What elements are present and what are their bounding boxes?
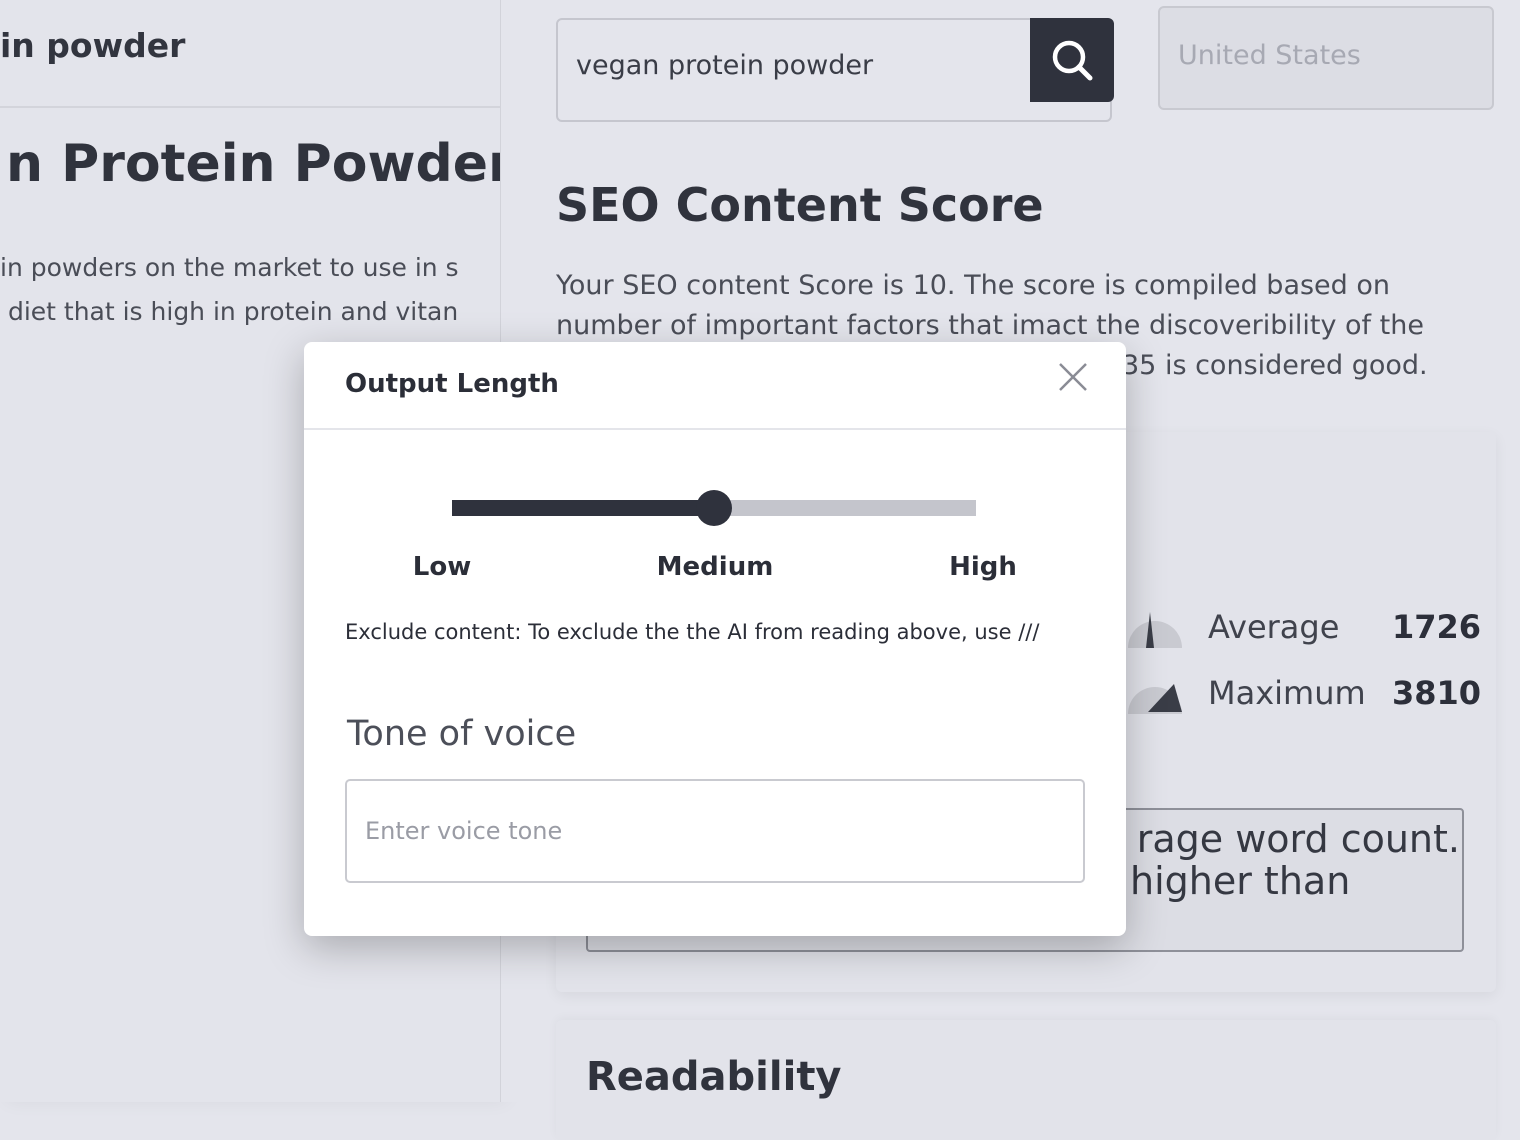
search-button[interactable] <box>1030 18 1114 102</box>
article-keyword: in powder <box>0 26 186 65</box>
readability-title: Readability <box>586 1054 842 1100</box>
output-length-slider[interactable] <box>452 490 976 526</box>
slider-label-high[interactable]: High <box>949 552 1017 582</box>
seo-score-description-tail: 35 is considered good. <box>1122 350 1428 381</box>
search-query-text: vegan protein powder <box>576 50 874 81</box>
divider <box>0 106 500 108</box>
exclude-content-hint: Exclude content: To exclude the the AI f… <box>345 620 1040 644</box>
average-label: Average <box>1208 608 1340 646</box>
seo-score-title: SEO Content Score <box>556 178 1044 232</box>
tone-of-voice-input[interactable] <box>345 779 1085 883</box>
article-description: in powders on the market to use in s die… <box>0 246 459 334</box>
article-title: n Protein Powders <box>6 134 501 194</box>
modal-title: Output Length <box>345 369 559 399</box>
average-value: 1726 <box>1392 608 1482 646</box>
slider-label-low[interactable]: Low <box>413 552 471 582</box>
close-icon <box>1059 363 1087 391</box>
search-icon <box>1052 40 1093 81</box>
seo-score-description: Your SEO content Score is 10. The score … <box>556 266 1496 381</box>
article-description-line: in powders on the market to use in s <box>0 253 459 282</box>
seo-score-description-text: Your SEO content Score is 10. The score … <box>556 270 1424 341</box>
maximum-value: 3810 <box>1392 674 1482 712</box>
slider-thumb[interactable] <box>696 490 732 526</box>
slider-fill <box>452 500 714 516</box>
slider-label-medium[interactable]: Medium <box>657 552 774 582</box>
country-placeholder: United States <box>1178 40 1361 71</box>
modal-header: Output Length <box>304 342 1126 430</box>
maximum-gauge-icon <box>1128 684 1182 714</box>
close-button[interactable] <box>1056 360 1090 394</box>
average-gauge-icon <box>1128 612 1182 648</box>
maximum-label: Maximum <box>1208 674 1366 712</box>
output-length-modal: Output Length Low Medium High Exclude co… <box>304 342 1126 936</box>
tone-of-voice-title: Tone of voice <box>347 714 577 754</box>
article-description-line: diet that is high in protein and vitan <box>0 297 459 326</box>
